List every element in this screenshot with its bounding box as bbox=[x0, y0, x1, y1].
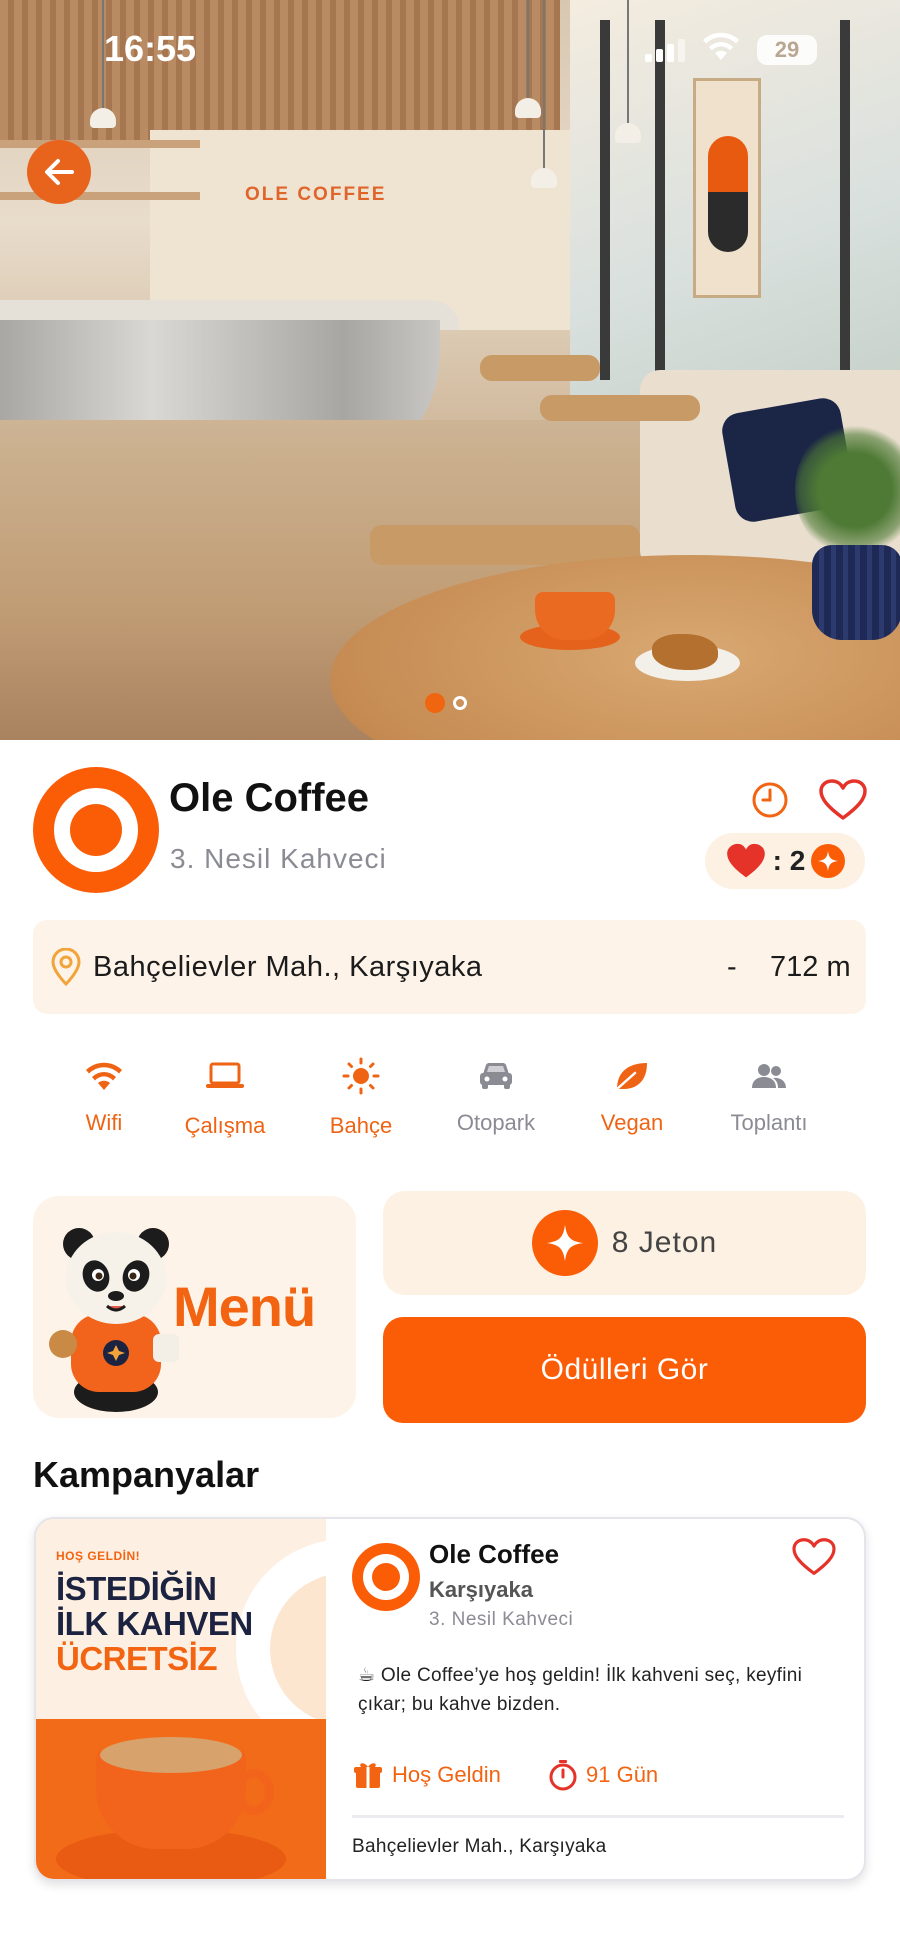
jeton-balance[interactable]: 8 Jeton bbox=[383, 1191, 866, 1295]
cafe-name: Ole Coffee bbox=[169, 776, 370, 820]
hero-vase bbox=[812, 545, 900, 640]
distance-text: 712 m bbox=[770, 950, 851, 983]
hero-wall-slats bbox=[0, 0, 560, 140]
menu-card[interactable]: Menü bbox=[33, 1196, 356, 1418]
campaign-image: HOŞ GELDİN! İSTEDİĞİN İLK KAHVEN ÜCRETSİ… bbox=[36, 1519, 326, 1879]
timer-icon bbox=[549, 1760, 577, 1791]
menu-title: Menü bbox=[173, 1275, 316, 1338]
amenity-otopark: Otopark bbox=[436, 1056, 556, 1136]
people-icon bbox=[752, 1064, 786, 1088]
leaf-icon bbox=[615, 1063, 647, 1091]
favorite-button[interactable] bbox=[818, 778, 868, 827]
campaign-category: 3. Nesil Kahveci bbox=[429, 1609, 574, 1630]
window-frame bbox=[655, 20, 665, 380]
campaign-description: ☕ Ole Coffee’ye hoş geldin! İlk kahveni … bbox=[358, 1665, 803, 1715]
pendant-lamp bbox=[531, 168, 557, 188]
hero-cup bbox=[535, 592, 615, 640]
wifi-status-icon bbox=[701, 32, 741, 67]
amenity-bahce: Bahçe bbox=[301, 1056, 421, 1139]
campaign-district: Karşıyaka bbox=[429, 1577, 533, 1602]
signal-icon bbox=[645, 38, 685, 62]
sparkle-icon bbox=[811, 844, 846, 878]
status-time: 16:55 bbox=[104, 28, 197, 69]
opening-hours-button[interactable] bbox=[750, 780, 790, 825]
sun-icon bbox=[342, 1057, 380, 1095]
heart-filled-icon bbox=[726, 843, 765, 878]
hero-wall-art bbox=[693, 78, 761, 298]
sparkle-icon bbox=[531, 1210, 598, 1276]
pendant-lamp bbox=[90, 108, 116, 128]
campaigns-title: Kampanyalar bbox=[33, 1454, 260, 1495]
status-icons: 29 bbox=[645, 32, 817, 67]
campaign-card[interactable]: HOŞ GELDİN! İSTEDİĞİN İLK KAHVEN ÜCRETSİ… bbox=[34, 1517, 866, 1881]
address-bar[interactable]: Bahçelievler Mah., Karşıyaka - 712 m bbox=[33, 920, 866, 1014]
address-text: Bahçelievler Mah., Karşıyaka bbox=[93, 950, 483, 983]
campaign-duration: 91 Gün bbox=[548, 1759, 658, 1791]
car-icon bbox=[480, 1063, 512, 1089]
campaign-cafe-name: Ole Coffee bbox=[429, 1539, 560, 1569]
hero-brand-sign: OLE COFFEE bbox=[245, 184, 387, 205]
view-rewards-button[interactable]: Ödülleri Gör bbox=[383, 1317, 866, 1423]
window-frame bbox=[840, 20, 850, 380]
campaign-divider bbox=[352, 1815, 844, 1818]
amenity-toplanti: Toplantı bbox=[709, 1056, 829, 1136]
campaign-tag: Hoş Geldin bbox=[352, 1759, 501, 1791]
battery-icon: 29 bbox=[757, 34, 817, 65]
hero-chair bbox=[540, 395, 700, 421]
campaign-address: Bahçelievler Mah., Karşıyaka bbox=[352, 1836, 607, 1857]
hero-chair bbox=[480, 355, 600, 381]
carousel-dot[interactable] bbox=[453, 696, 467, 710]
window-frame bbox=[600, 20, 610, 380]
amenity-vegan: Vegan bbox=[572, 1056, 692, 1136]
campaign-favorite-button[interactable] bbox=[791, 1537, 837, 1582]
hero-carousel[interactable]: OLE COFFEE bbox=[0, 0, 900, 740]
back-button[interactable] bbox=[27, 140, 91, 204]
jeton-label: 8 Jeton bbox=[611, 1226, 718, 1259]
pendant-lamp bbox=[515, 98, 541, 118]
heart-outline-icon bbox=[819, 779, 867, 820]
favorites-count: : 2 bbox=[772, 845, 806, 876]
panda-mascot-icon bbox=[49, 1228, 179, 1412]
gift-icon bbox=[354, 1763, 382, 1788]
favorites-counter: : 2 bbox=[705, 833, 865, 889]
arrow-left-icon bbox=[45, 159, 74, 185]
location-pin-icon bbox=[51, 948, 81, 986]
clock-icon bbox=[752, 782, 788, 818]
carousel-dots bbox=[425, 693, 467, 713]
hero-pastry bbox=[652, 634, 718, 670]
pendant-lamp bbox=[615, 123, 641, 143]
carousel-dot-active[interactable] bbox=[425, 693, 445, 713]
wifi-icon bbox=[86, 1062, 122, 1090]
hero-shelf bbox=[0, 192, 200, 200]
amenity-calisma: Çalışma bbox=[165, 1056, 285, 1139]
laptop-icon bbox=[206, 1062, 244, 1088]
cafe-category: 3. Nesil Kahveci bbox=[170, 843, 387, 874]
campaign-cafe-logo bbox=[352, 1543, 420, 1611]
hero-shelf bbox=[0, 140, 200, 148]
heart-outline-icon bbox=[792, 1538, 836, 1575]
address-separator: - bbox=[727, 950, 737, 983]
amenity-wifi: Wifi bbox=[44, 1056, 164, 1136]
cafe-logo bbox=[33, 767, 159, 893]
